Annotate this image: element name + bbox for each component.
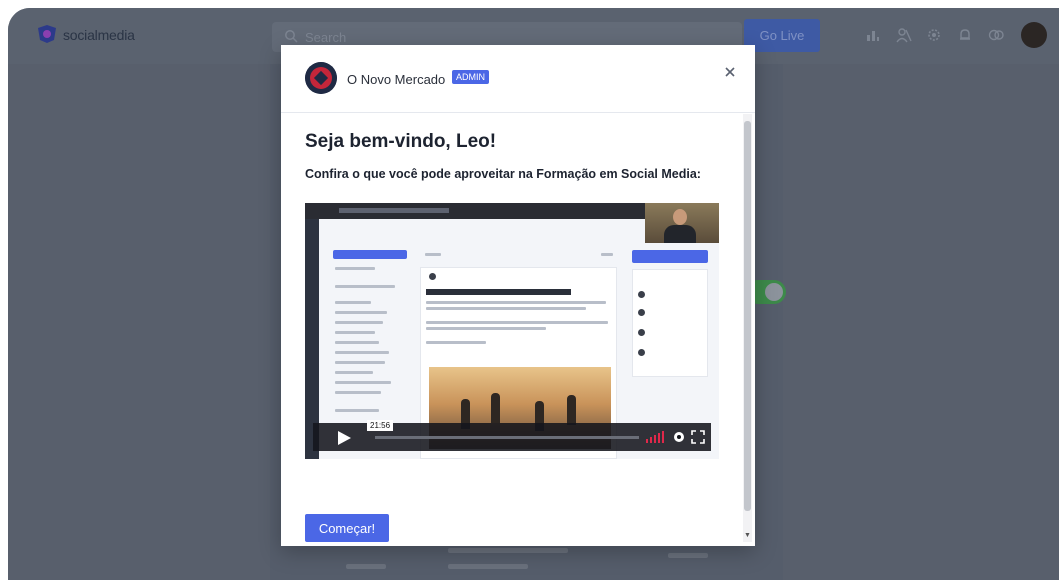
video-photo-figure <box>491 393 500 423</box>
video-nav-line <box>335 267 375 270</box>
video-nav-line <box>335 311 387 314</box>
video-nav-active-item <box>333 250 407 259</box>
brand-name: socialmedia <box>63 27 135 43</box>
video-member-avatar <box>638 349 645 356</box>
video-post-line <box>426 321 608 324</box>
header-divider <box>281 112 755 113</box>
video-feed-label <box>601 253 613 256</box>
play-button[interactable] <box>325 428 363 448</box>
video-settings-icon[interactable] <box>672 430 686 444</box>
background-text-line <box>448 564 528 569</box>
background-text-line <box>668 553 708 558</box>
video-right-button <box>632 250 708 263</box>
video-post-line <box>426 327 546 330</box>
modal-scrollbar-thumb[interactable] <box>744 121 751 511</box>
video-nav-line <box>335 381 391 384</box>
close-icon <box>725 67 735 77</box>
people-icon[interactable] <box>896 27 912 43</box>
video-member-avatar <box>638 329 645 336</box>
close-button[interactable] <box>722 64 738 80</box>
admin-badge: ADMIN <box>452 70 489 84</box>
bell-icon[interactable] <box>957 27 973 43</box>
video-right-card <box>632 269 708 377</box>
video-nav-line <box>335 341 379 344</box>
chat-icon[interactable] <box>988 27 1004 43</box>
volume-icon[interactable] <box>645 430 665 444</box>
video-member-avatar <box>638 309 645 316</box>
go-live-button[interactable]: Go Live <box>744 19 820 52</box>
video-nav-line <box>335 371 373 374</box>
video-nav-line <box>335 391 381 394</box>
video-nav-line <box>335 285 395 288</box>
video-nav-line <box>335 321 383 324</box>
video-post-line <box>426 341 486 344</box>
video-feed-label <box>425 253 441 256</box>
video-nav-line <box>335 331 375 334</box>
background-right-panel <box>783 64 1059 580</box>
video-webcam-person-body <box>664 225 696 243</box>
play-icon <box>338 431 351 445</box>
brand-logo-icon <box>38 25 56 43</box>
video-nav-line <box>335 361 385 364</box>
user-avatar[interactable] <box>1021 22 1047 48</box>
welcome-title: Seja bem-vindo, Leo! <box>305 131 497 152</box>
fullscreen-icon[interactable] <box>691 430 705 444</box>
video-member-avatar <box>638 291 645 298</box>
video-progress-bar[interactable] <box>375 436 639 439</box>
background-sidebar <box>8 64 270 580</box>
video-photo-figure <box>567 395 576 425</box>
community-name: O Novo Mercado <box>347 72 446 87</box>
video-timestamp: 21:56 <box>367 420 394 431</box>
search-icon <box>285 30 298 43</box>
search-placeholder: Search <box>305 30 347 45</box>
video-post-avatar <box>429 273 436 280</box>
community-avatar <box>305 62 337 94</box>
background-text-line <box>448 548 568 553</box>
settings-icon[interactable] <box>926 27 942 43</box>
welcome-modal: O Novo Mercado ADMIN ▼ Seja bem-vindo, L… <box>281 45 755 546</box>
video-webcam-person <box>673 209 687 225</box>
video-post-line <box>426 301 606 304</box>
welcome-subtitle: Confira o que você pode aproveitar na Fo… <box>305 167 701 181</box>
video-nav-line <box>335 351 389 354</box>
tutorial-video[interactable]: 21:56 <box>305 203 719 459</box>
video-nav-line <box>335 301 371 304</box>
chart-icon[interactable] <box>865 27 881 43</box>
video-post-heading <box>426 289 571 295</box>
background-text-line <box>346 564 386 569</box>
video-nav-line <box>335 409 379 412</box>
start-button[interactable]: Começar! <box>305 514 389 542</box>
video-post-line <box>426 307 586 310</box>
scroll-down-arrow-icon[interactable]: ▼ <box>744 532 751 539</box>
